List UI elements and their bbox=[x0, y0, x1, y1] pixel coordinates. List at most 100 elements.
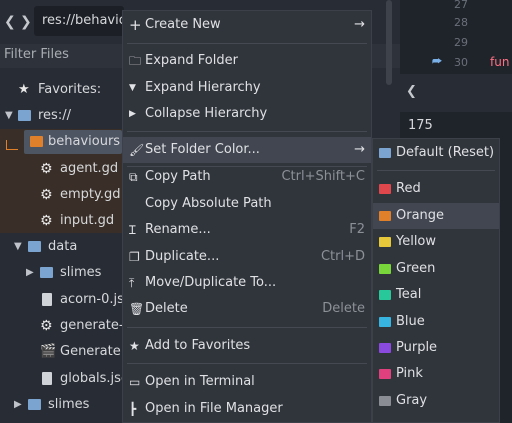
code-keyword: fun bbox=[490, 55, 510, 69]
color-option-teal[interactable]: Teal bbox=[373, 282, 499, 308]
inspector-value: 175 bbox=[408, 118, 433, 133]
folder-color-submenu: Default (Reset) Red Orange Yellow Green … bbox=[372, 138, 500, 423]
filter-placeholder: Filter Files bbox=[4, 47, 69, 62]
tree-item-label: data bbox=[48, 239, 78, 254]
brush-icon: 🖌 bbox=[129, 143, 145, 157]
path-input[interactable]: res://behavio bbox=[34, 6, 124, 36]
tree-item-label: Generate. bbox=[60, 344, 125, 359]
tree-item-label: behaviours bbox=[48, 134, 121, 149]
line-number: 30 bbox=[454, 56, 468, 69]
menu-separator bbox=[127, 327, 367, 328]
forward-arrow-icon[interactable]: ❯ bbox=[20, 14, 32, 30]
trash-icon: 🗑 bbox=[129, 302, 145, 316]
tree-item-label: empty.gd bbox=[60, 187, 121, 202]
line-number: 27 bbox=[454, 0, 468, 11]
tree-item-data[interactable]: ▼ data bbox=[0, 234, 124, 260]
color-option-default[interactable]: Default (Reset) bbox=[373, 140, 499, 166]
menu-item-collapse-hierarchy[interactable]: ▶ Collapse Hierarchy bbox=[123, 101, 371, 127]
clapperboard-icon: 🎬 bbox=[40, 344, 57, 359]
menu-item-create-new[interactable]: + Create New → bbox=[123, 12, 371, 38]
chevron-down-icon: ▼ bbox=[14, 241, 22, 252]
folder-icon bbox=[379, 290, 391, 300]
line-number: 28 bbox=[454, 16, 468, 29]
menu-item-copy-absolute-path[interactable]: Copy Absolute Path bbox=[123, 191, 371, 217]
shortcut-label: Delete bbox=[322, 301, 365, 316]
color-option-green[interactable]: Green bbox=[373, 256, 499, 282]
connection-icon: ⮫ bbox=[432, 55, 443, 68]
file-manager-icon: ┣ bbox=[129, 402, 137, 416]
back-arrow-icon[interactable]: ❮ bbox=[406, 84, 417, 99]
folder-open-icon: 🗀 bbox=[129, 54, 142, 68]
tree-item-label: slimes bbox=[48, 397, 90, 412]
tree-item-empty[interactable]: ⚙ empty.gd bbox=[0, 182, 124, 208]
menu-item-delete[interactable]: 🗑 Delete Delete bbox=[123, 296, 371, 322]
line-number: 29 bbox=[454, 36, 468, 49]
folder-icon bbox=[379, 317, 391, 327]
color-option-pink[interactable]: Pink bbox=[373, 361, 499, 387]
tree-item-label: input.gd bbox=[60, 213, 115, 228]
duplicate-icon: ❐ bbox=[129, 250, 140, 264]
color-option-red[interactable]: Red bbox=[373, 176, 499, 202]
folder-icon bbox=[379, 264, 391, 274]
menu-item-open-in-file-manager[interactable]: ┣ Open in File Manager bbox=[123, 396, 371, 422]
tree-item-globals[interactable]: globals.jso bbox=[0, 366, 129, 392]
tree-item-label: generate- bbox=[60, 318, 124, 333]
tree-item-generate[interactable]: ⚙ generate- bbox=[0, 313, 124, 339]
menu-item-duplicate[interactable]: ❐ Duplicate... Ctrl+D bbox=[123, 244, 371, 270]
chevron-right-icon: ▶ bbox=[14, 399, 22, 410]
inspector-header: ❮ bbox=[400, 74, 512, 112]
tree-item-slimes-2[interactable]: ▶ slimes bbox=[0, 392, 124, 418]
chevron-down-icon: ▼ bbox=[5, 110, 13, 121]
folder-icon bbox=[28, 399, 41, 410]
shortcut-label: Ctrl+Shift+C bbox=[281, 169, 365, 184]
color-option-blue[interactable]: Blue bbox=[373, 309, 499, 335]
menu-item-rename[interactable]: Ɪ Rename... F2 bbox=[123, 217, 371, 243]
color-option-orange[interactable]: Orange bbox=[373, 203, 499, 229]
menu-item-expand-hierarchy[interactable]: ▼ Expand Hierarchy bbox=[123, 75, 371, 101]
menu-separator bbox=[127, 43, 367, 44]
menu-item-expand-folder[interactable]: 🗀 Expand Folder bbox=[123, 48, 371, 74]
folder-icon bbox=[18, 110, 31, 121]
tree-item-agent[interactable]: ⚙ agent.gd bbox=[0, 156, 124, 182]
submenu-arrow-icon: → bbox=[354, 17, 365, 32]
folder-icon bbox=[30, 136, 43, 147]
gear-icon: ⚙ bbox=[40, 161, 53, 177]
tree-item-label: acorn-0.js bbox=[60, 292, 124, 307]
copy-icon: ⧉ bbox=[129, 170, 138, 184]
chevron-right-icon: ▶ bbox=[26, 267, 34, 278]
submenu-arrow-icon: → bbox=[354, 142, 365, 157]
color-option-purple[interactable]: Purple bbox=[373, 335, 499, 361]
folder-icon bbox=[379, 211, 391, 221]
folder-icon bbox=[379, 184, 391, 194]
tree-root-label: res:// bbox=[38, 108, 71, 123]
menu-item-add-to-favorites[interactable]: ★ Add to Favorites bbox=[123, 333, 371, 359]
tree-item-label: agent.gd bbox=[60, 161, 119, 176]
menu-item-move-duplicate[interactable]: ⤒ Move/Duplicate To... bbox=[123, 270, 371, 296]
tree-item-slimes[interactable]: ▶ slimes bbox=[0, 260, 124, 286]
menu-separator bbox=[377, 170, 495, 171]
favorites-label: Favorites: bbox=[38, 82, 102, 97]
file-icon bbox=[42, 372, 52, 385]
shortcut-label: F2 bbox=[349, 222, 365, 237]
tree-item-label: slimes bbox=[60, 265, 102, 280]
chevron-right-icon: ▶ bbox=[129, 109, 136, 119]
tree-item-acorn[interactable]: acorn-0.js bbox=[0, 287, 124, 313]
scrollbar[interactable] bbox=[386, 0, 392, 85]
menu-item-copy-path[interactable]: ⧉ Copy Path Ctrl+Shift+C bbox=[123, 164, 371, 190]
menu-item-set-folder-color[interactable]: 🖌 Set Folder Color... → bbox=[123, 137, 371, 163]
menu-item-open-in-terminal[interactable]: ▭ Open in Terminal bbox=[123, 369, 371, 395]
folder-icon bbox=[379, 343, 391, 353]
folder-icon bbox=[379, 237, 391, 247]
tree-item-behaviours[interactable]: behaviours bbox=[24, 130, 122, 154]
color-option-yellow[interactable]: Yellow bbox=[373, 229, 499, 255]
star-icon: ★ bbox=[18, 82, 30, 97]
gear-icon: ⚙ bbox=[40, 318, 53, 334]
folder-icon bbox=[379, 148, 391, 158]
star-icon: ★ bbox=[129, 339, 140, 353]
context-menu: + Create New → 🗀 Expand Folder ▼ Expand … bbox=[122, 10, 372, 423]
tree-item-generate-scene[interactable]: 🎬 Generate. bbox=[0, 339, 125, 365]
tree-item-input[interactable]: ⚙ input.gd bbox=[0, 208, 124, 234]
color-option-gray[interactable]: Gray bbox=[373, 388, 499, 414]
move-icon: ⤒ bbox=[129, 276, 135, 290]
back-arrow-icon[interactable]: ❮ bbox=[4, 14, 16, 30]
